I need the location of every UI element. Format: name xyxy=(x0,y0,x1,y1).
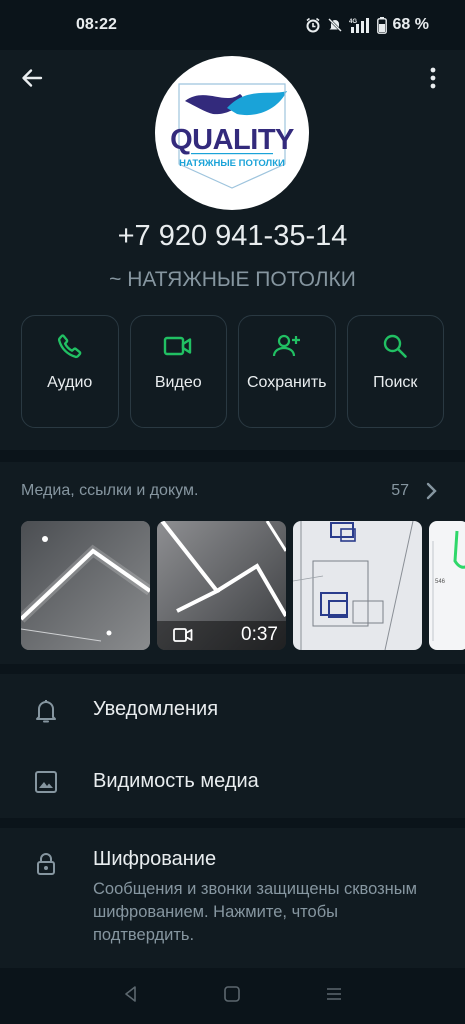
contact-header: QUALITY НАТЯЖНЫЕ ПОТОЛКИ +7 920 941-35-1… xyxy=(0,50,465,450)
nav-home-icon[interactable] xyxy=(223,985,241,1008)
lock-icon xyxy=(36,852,56,881)
save-label: Сохранить xyxy=(246,374,327,391)
video-icon xyxy=(163,330,193,362)
back-button[interactable] xyxy=(14,62,50,98)
search-label: Поиск xyxy=(373,374,418,391)
contact-avatar[interactable]: QUALITY НАТЯЖНЫЕ ПОТОЛКИ xyxy=(155,56,309,210)
media-count: 57 xyxy=(391,482,409,499)
signal-icon: 4G xyxy=(349,17,371,33)
ceiling-photo-image xyxy=(21,521,150,650)
status-icons: 4G 68 % xyxy=(305,16,429,34)
bell-icon xyxy=(34,698,58,729)
image-icon xyxy=(34,770,58,799)
status-time: 08:22 xyxy=(76,16,117,33)
logo-subtitle: НАТЯЖНЫЕ ПОТОЛКИ xyxy=(179,158,285,169)
alarm-icon xyxy=(305,17,321,33)
media-visibility-row[interactable]: Видимость медиа xyxy=(0,746,465,818)
system-nav-bar xyxy=(0,968,465,1024)
notifications-row[interactable]: Уведомления xyxy=(0,674,465,746)
nav-recents-icon[interactable] xyxy=(325,985,343,1008)
arrow-left-icon xyxy=(20,66,44,95)
battery-icon xyxy=(376,16,387,34)
svg-text:546: 546 xyxy=(435,579,446,585)
media-thumbnail[interactable] xyxy=(21,521,150,650)
audio-label: Аудио xyxy=(47,374,93,391)
mute-icon xyxy=(327,17,343,33)
status-bar: 08:22 4G 68 % xyxy=(0,0,465,50)
logo-title: QUALITY xyxy=(170,124,294,156)
media-thumbnail[interactable]: 546 xyxy=(429,521,465,650)
video-label: Видео xyxy=(154,374,202,391)
more-vertical-icon xyxy=(430,67,436,94)
action-buttons: Аудио Видео Сохранить Поиск xyxy=(21,315,444,428)
notifications-label: Уведомления xyxy=(93,698,219,720)
contact-name: ~ НАТЯЖНЫЕ ПОТОЛКИ xyxy=(109,268,356,291)
media-visibility-label: Видимость медиа xyxy=(93,770,259,792)
encryption-row[interactable]: Шифрование Сообщения и звонки защищены с… xyxy=(0,828,465,968)
search-button[interactable]: Поиск xyxy=(346,315,444,428)
battery-level: 68 % xyxy=(392,16,429,33)
settings-section: Уведомления Видимость медиа xyxy=(0,674,465,818)
menu-button[interactable] xyxy=(415,62,451,98)
video-camera-icon xyxy=(173,628,193,642)
encryption-title: Шифрование xyxy=(93,848,217,870)
media-section[interactable]: Медиа, ссылки и докум. 57 0:37 546 xyxy=(0,462,465,664)
drawing-image: 546 xyxy=(429,521,465,650)
phone-icon xyxy=(56,330,84,362)
floor-plan-image xyxy=(293,521,422,650)
audio-call-button[interactable]: Аудио xyxy=(21,315,119,428)
video-duration: 0:37 xyxy=(241,624,278,645)
media-thumbnail[interactable] xyxy=(293,521,422,650)
contact-phone: +7 920 941-35-14 xyxy=(117,220,348,252)
nav-back-icon[interactable] xyxy=(122,985,140,1008)
video-call-button[interactable]: Видео xyxy=(129,315,227,428)
media-title: Медиа, ссылки и докум. xyxy=(21,482,199,499)
search-icon xyxy=(382,330,408,362)
save-contact-button[interactable]: Сохранить xyxy=(238,315,336,428)
encryption-description: Сообщения и звонки защищены сквозным шиф… xyxy=(93,880,417,944)
add-person-icon xyxy=(272,330,302,362)
media-thumbnail-video[interactable]: 0:37 xyxy=(157,521,286,650)
media-thumbnails: 0:37 546 xyxy=(21,521,465,650)
chevron-right-icon xyxy=(425,482,437,505)
